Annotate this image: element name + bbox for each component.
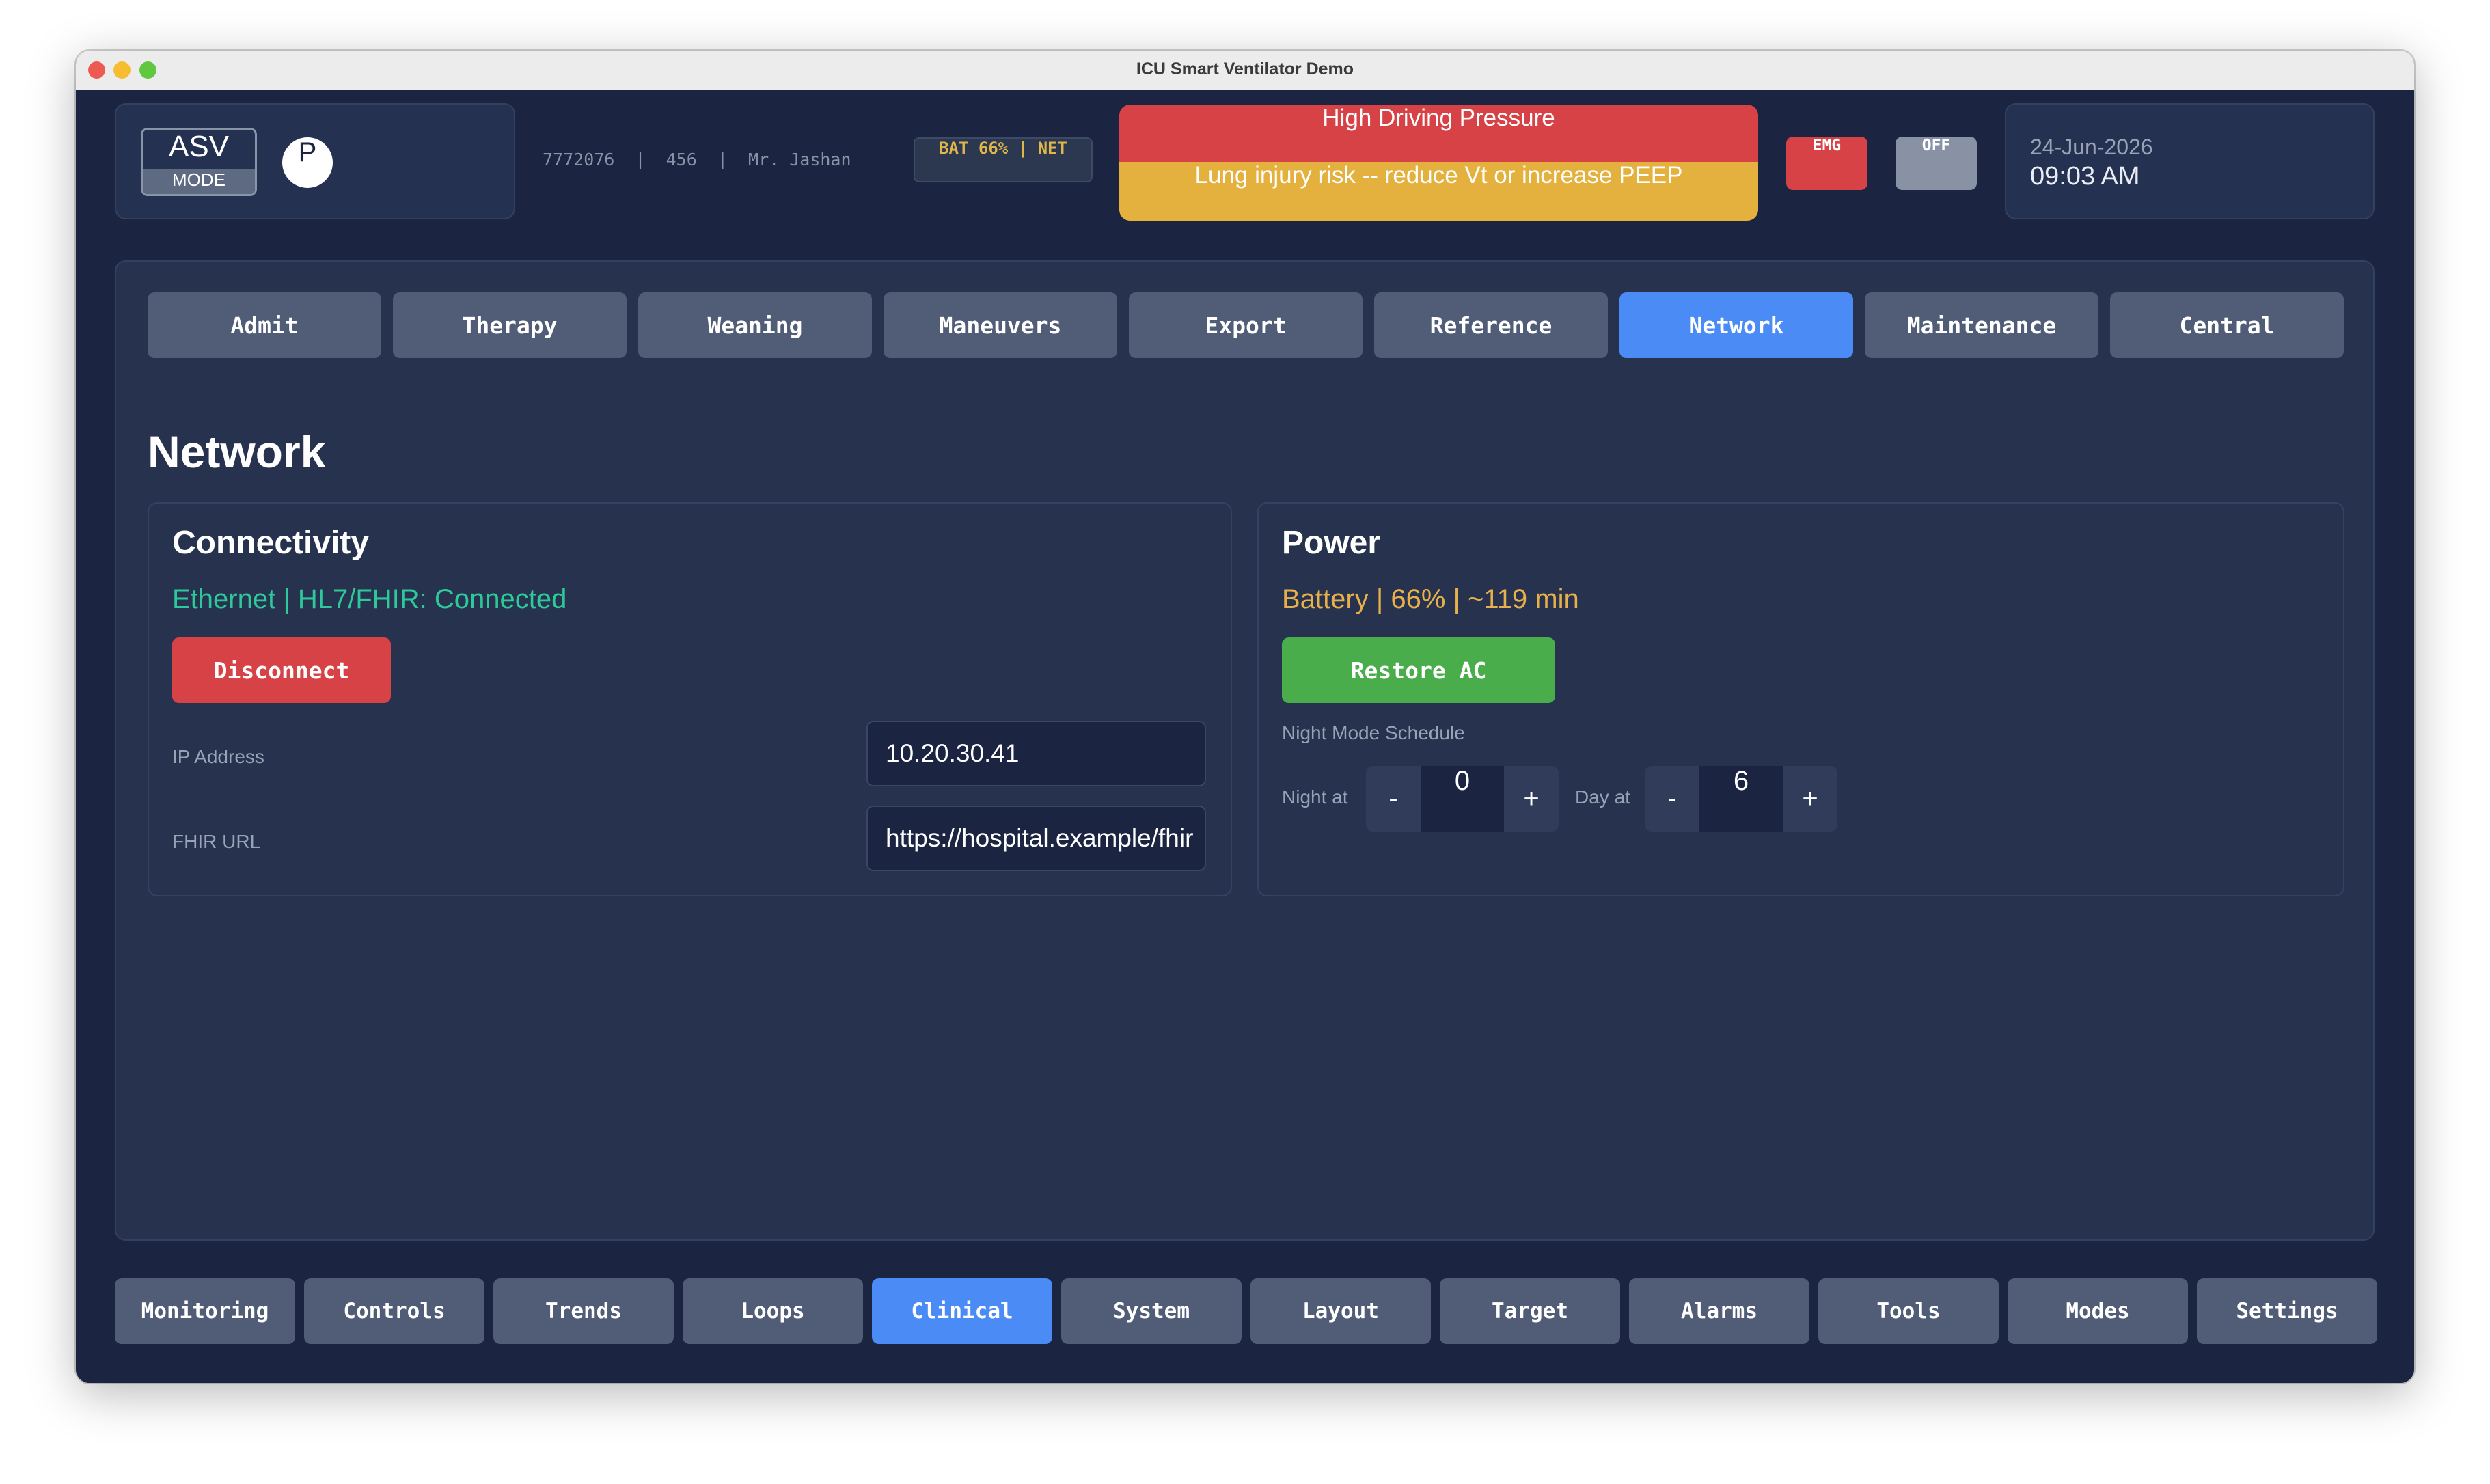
connectivity-card: Connectivity Ethernet | HL7/FHIR: Connec… <box>148 502 1232 896</box>
night-increment-button[interactable]: + <box>1504 766 1559 832</box>
page-title: Network <box>148 426 326 477</box>
nav-system[interactable]: System <box>1061 1278 1242 1344</box>
tab-admit[interactable]: Admit <box>148 292 381 358</box>
nav-loops[interactable]: Loops <box>683 1278 863 1344</box>
tab-central[interactable]: Central <box>2110 292 2344 358</box>
ip-address-input[interactable]: 10.20.30.41 <box>866 721 1206 786</box>
tab-weaning[interactable]: Weaning <box>638 292 872 358</box>
fhir-url-input[interactable]: https://hospital.example/fhir <box>866 806 1206 871</box>
tab-export[interactable]: Export <box>1129 292 1363 358</box>
nav-monitoring[interactable]: Monitoring <box>115 1278 295 1344</box>
tab-network[interactable]: Network <box>1619 292 1853 358</box>
tab-maneuvers[interactable]: Maneuvers <box>884 292 1117 358</box>
day-at-label: Day at <box>1575 786 1630 808</box>
window-title: ICU Smart Ventilator Demo <box>1136 59 1354 79</box>
connectivity-status: Ethernet | HL7/FHIR: Connected <box>172 584 567 614</box>
battery-network-badge: BAT 66% | NET <box>914 137 1093 182</box>
power-status: Battery | 66% | ~119 min <box>1282 584 1579 614</box>
tab-therapy[interactable]: Therapy <box>393 292 627 358</box>
patient-avatar[interactable]: P <box>282 137 333 188</box>
nav-tools[interactable]: Tools <box>1818 1278 1999 1344</box>
off-button[interactable]: OFF <box>1896 137 1977 190</box>
ip-address-label: IP Address <box>172 746 264 767</box>
mode-badge[interactable]: ASV MODE <box>141 128 257 196</box>
fhir-url-label: FHIR URL <box>172 831 261 852</box>
night-at-stepper: - 0 + <box>1366 766 1559 832</box>
nav-settings[interactable]: Settings <box>2197 1278 2377 1344</box>
power-title: Power <box>1282 525 1381 561</box>
day-at-value[interactable]: 6 <box>1699 766 1783 832</box>
day-increment-button[interactable]: + <box>1783 766 1837 832</box>
nav-layout[interactable]: Layout <box>1250 1278 1431 1344</box>
datetime-panel: 24-Jun-2026 09:03 AM <box>2005 103 2375 219</box>
time-text: 09:03 AM <box>2030 162 2140 191</box>
disconnect-button[interactable]: Disconnect <box>172 637 391 703</box>
nav-modes[interactable]: Modes <box>2008 1278 2188 1344</box>
connectivity-title: Connectivity <box>172 525 370 561</box>
alarm-title: High Driving Pressure <box>1119 105 1758 162</box>
nav-controls[interactable]: Controls <box>304 1278 484 1344</box>
title-bar: ICU Smart Ventilator Demo <box>76 51 2414 91</box>
night-at-value[interactable]: 0 <box>1421 766 1504 832</box>
day-decrement-button[interactable]: - <box>1645 766 1699 832</box>
patient-info: 7772076 | 456 | Mr. Jashan <box>543 150 851 169</box>
nav-target[interactable]: Target <box>1440 1278 1620 1344</box>
day-at-stepper: - 6 + <box>1645 766 1837 832</box>
app-content: ASV MODE P 7772076 | 456 | Mr. Jashan BA… <box>76 90 2414 1383</box>
mode-name: ASV <box>168 130 230 163</box>
app-window: ICU Smart Ventilator Demo ASV MODE P 777… <box>76 51 2414 1383</box>
restore-ac-button[interactable]: Restore AC <box>1282 637 1555 703</box>
night-at-label: Night at <box>1282 786 1348 808</box>
night-mode-schedule-label: Night Mode Schedule <box>1282 722 1465 743</box>
alarm-message: Lung injury risk -- reduce Vt or increas… <box>1119 162 1758 221</box>
mode-panel: ASV MODE P <box>115 103 515 219</box>
mode-label: MODE <box>143 169 255 194</box>
tab-reference[interactable]: Reference <box>1374 292 1608 358</box>
emergency-button[interactable]: EMG <box>1786 137 1868 190</box>
nav-trends[interactable]: Trends <box>493 1278 674 1344</box>
power-card: Power Battery | 66% | ~119 min Restore A… <box>1257 502 2344 896</box>
alarm-banner[interactable]: High Driving Pressure Lung injury risk -… <box>1119 105 1758 221</box>
nav-alarms[interactable]: Alarms <box>1629 1278 1809 1344</box>
nav-clinical[interactable]: Clinical <box>872 1278 1052 1344</box>
tab-maintenance[interactable]: Maintenance <box>1865 292 2098 358</box>
night-decrement-button[interactable]: - <box>1366 766 1421 832</box>
date-text: 24-Jun-2026 <box>2030 135 2153 159</box>
main-panel: Admit Therapy Weaning Maneuvers Export R… <box>115 260 2375 1241</box>
